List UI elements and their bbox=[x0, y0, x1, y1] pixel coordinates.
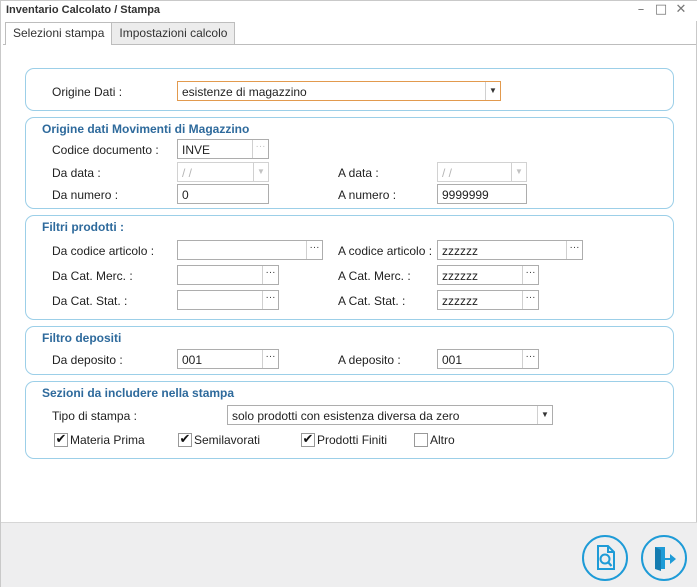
check-icon[interactable]: ✔ bbox=[178, 433, 192, 447]
a-codice-articolo-value: zzzzzz bbox=[442, 244, 478, 258]
exit-icon bbox=[655, 547, 676, 571]
lookup-icon[interactable]: ··· bbox=[306, 241, 322, 259]
checkbox-materia-prima[interactable]: ✔ Materia Prima bbox=[54, 433, 145, 447]
calendar-dropdown-icon[interactable]: ▼ bbox=[511, 163, 526, 181]
filtri-prodotti-group: Filtri prodotti : Da codice articolo : ·… bbox=[25, 215, 674, 320]
checkbox-altro[interactable]: Altro bbox=[414, 433, 455, 447]
lookup-icon[interactable]: ··· bbox=[522, 350, 538, 368]
tab-strip: Selezioni stampa Impostazioni calcolo bbox=[5, 22, 236, 45]
tipo-stampa-label: Tipo di stampa : bbox=[52, 409, 137, 423]
a-deposito-value: 001 bbox=[442, 353, 463, 367]
a-cat-stat-field[interactable]: zzzzzz ··· bbox=[437, 290, 539, 310]
tipo-stampa-select[interactable]: solo prodotti con esistenza diversa da z… bbox=[227, 405, 553, 425]
sezioni-title: Sezioni da includere nella stampa bbox=[42, 386, 235, 400]
a-codice-articolo-label: A codice articolo : bbox=[338, 244, 433, 258]
calendar-dropdown-icon[interactable]: ▼ bbox=[253, 163, 268, 181]
window-title: Inventario Calcolato / Stampa bbox=[6, 4, 161, 16]
movimenti-title: Origine dati Movimenti di Magazzino bbox=[42, 122, 250, 136]
a-data-field[interactable]: / / ▼ bbox=[437, 162, 527, 182]
filtri-title: Filtri prodotti : bbox=[42, 220, 124, 234]
a-cat-stat-label: A Cat. Stat. : bbox=[338, 294, 406, 308]
semilavorati-label: Semilavorati bbox=[194, 433, 261, 447]
lookup-icon[interactable]: ··· bbox=[566, 241, 582, 259]
checkbox-prodotti-finiti[interactable]: ✔ Prodotti Finiti bbox=[301, 433, 387, 447]
tab-impostazioni-calcolo[interactable]: Impostazioni calcolo bbox=[111, 22, 236, 44]
window-controls: – □ ✕ bbox=[632, 2, 690, 18]
a-numero-value: 9999999 bbox=[442, 188, 489, 202]
exit-button[interactable] bbox=[641, 535, 687, 581]
lookup-icon[interactable]: ··· bbox=[522, 291, 538, 309]
a-cat-merc-label: A Cat. Merc. : bbox=[338, 269, 411, 283]
lookup-icon[interactable]: ··· bbox=[262, 350, 278, 368]
footer-bar bbox=[1, 522, 697, 587]
print-preview-button[interactable] bbox=[582, 535, 628, 581]
checkbox-semilavorati[interactable]: ✔ Semilavorati bbox=[178, 433, 260, 447]
origine-dati-group: Origine Dati : esistenze di magazzino ▼ bbox=[25, 68, 674, 111]
a-deposito-field[interactable]: 001 ··· bbox=[437, 349, 539, 369]
da-numero-field[interactable]: 0 bbox=[177, 184, 269, 204]
tab-content: Origine Dati : esistenze di magazzino ▼ … bbox=[3, 44, 696, 522]
depositi-title: Filtro depositi bbox=[42, 331, 122, 345]
close-button[interactable]: ✕ bbox=[672, 2, 690, 18]
maximize-button[interactable]: □ bbox=[652, 2, 670, 18]
tipo-stampa-value: solo prodotti con esistenza diversa da z… bbox=[232, 409, 460, 423]
da-codice-articolo-field[interactable]: ··· bbox=[177, 240, 323, 260]
chevron-down-icon[interactable]: ▼ bbox=[537, 406, 552, 424]
codice-documento-label: Codice documento : bbox=[52, 143, 159, 157]
da-deposito-label: Da deposito : bbox=[52, 353, 123, 367]
minimize-button[interactable]: – bbox=[632, 2, 650, 18]
a-numero-label: A numero : bbox=[338, 188, 397, 202]
da-codice-articolo-label: Da codice articolo : bbox=[52, 244, 155, 258]
da-cat-stat-field[interactable]: ··· bbox=[177, 290, 279, 310]
lookup-icon[interactable]: ··· bbox=[262, 266, 278, 284]
da-cat-merc-label: Da Cat. Merc. : bbox=[52, 269, 133, 283]
lookup-icon[interactable]: ··· bbox=[522, 266, 538, 284]
a-deposito-label: A deposito : bbox=[338, 353, 401, 367]
codice-documento-value: INVE bbox=[182, 143, 211, 157]
da-cat-stat-label: Da Cat. Stat. : bbox=[52, 294, 128, 308]
origine-dati-value: esistenze di magazzino bbox=[182, 85, 307, 99]
check-icon[interactable]: ✔ bbox=[301, 433, 315, 447]
sezioni-group: Sezioni da includere nella stampa Tipo d… bbox=[25, 381, 674, 459]
a-cat-stat-value: zzzzzz bbox=[442, 294, 478, 308]
lookup-icon[interactable]: ··· bbox=[252, 140, 268, 158]
da-numero-value: 0 bbox=[182, 188, 189, 202]
checkbox-empty[interactable] bbox=[414, 433, 428, 447]
tab-selezioni-stampa[interactable]: Selezioni stampa bbox=[5, 22, 113, 45]
a-data-value: / / bbox=[442, 166, 453, 180]
movimenti-group: Origine dati Movimenti di Magazzino Codi… bbox=[25, 117, 674, 209]
da-deposito-value: 001 bbox=[182, 353, 203, 367]
a-numero-field[interactable]: 9999999 bbox=[437, 184, 527, 204]
da-cat-merc-field[interactable]: ··· bbox=[177, 265, 279, 285]
filtro-depositi-group: Filtro depositi Da deposito : 001 ··· A … bbox=[25, 326, 674, 375]
a-codice-articolo-field[interactable]: zzzzzz ··· bbox=[437, 240, 583, 260]
origine-dati-select[interactable]: esistenze di magazzino ▼ bbox=[177, 81, 501, 101]
title-bar: Inventario Calcolato / Stampa – □ ✕ bbox=[1, 1, 697, 21]
print-preview-icon bbox=[597, 545, 615, 570]
materia-prima-label: Materia Prima bbox=[70, 433, 145, 447]
a-cat-merc-field[interactable]: zzzzzz ··· bbox=[437, 265, 539, 285]
lookup-icon[interactable]: ··· bbox=[262, 291, 278, 309]
prodotti-finiti-label: Prodotti Finiti bbox=[317, 433, 388, 447]
da-deposito-field[interactable]: 001 ··· bbox=[177, 349, 279, 369]
a-cat-merc-value: zzzzzz bbox=[442, 269, 478, 283]
a-data-label: A data : bbox=[338, 166, 379, 180]
codice-documento-field[interactable]: INVE ··· bbox=[177, 139, 269, 159]
altro-label: Altro bbox=[430, 433, 455, 447]
da-numero-label: Da numero : bbox=[52, 188, 119, 202]
origine-dati-label: Origine Dati : bbox=[52, 85, 123, 99]
chevron-down-icon[interactable]: ▼ bbox=[485, 82, 500, 100]
da-data-label: Da data : bbox=[52, 166, 101, 180]
da-data-value: / / bbox=[182, 166, 193, 180]
app-window: Inventario Calcolato / Stampa – □ ✕ Sele… bbox=[0, 0, 697, 587]
da-data-field[interactable]: / / ▼ bbox=[177, 162, 269, 182]
check-icon[interactable]: ✔ bbox=[54, 433, 68, 447]
